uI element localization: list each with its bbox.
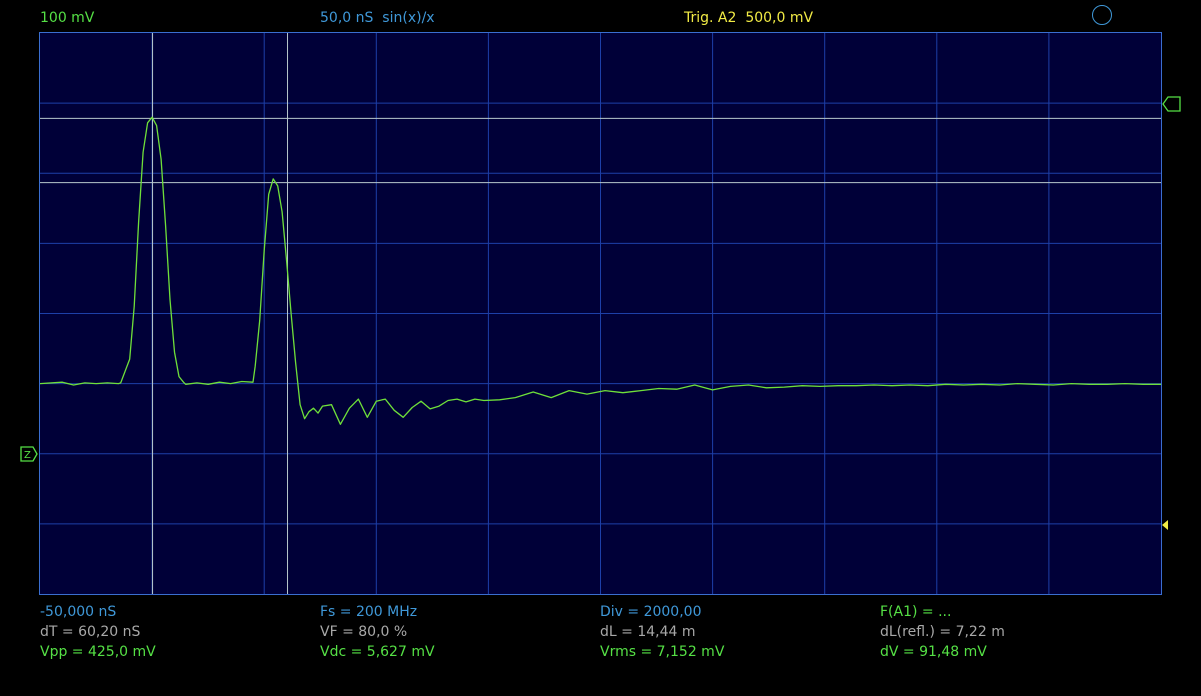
division-readout: Div = 2000,00 [600, 604, 702, 620]
vrms-readout: Vrms = 7,152 mV [600, 644, 725, 660]
vdc-readout: Vdc = 5,627 mV [320, 644, 435, 660]
sample-rate-readout: Fs = 200 MHz [320, 604, 418, 620]
vpp-readout: Vpp = 425,0 mV [40, 644, 156, 660]
volts-per-div-label[interactable]: 100 mV [40, 9, 94, 27]
run-status-circle-icon[interactable] [1092, 5, 1112, 25]
scope-display[interactable] [39, 32, 1162, 595]
delta-length-refl-readout: dL(refl.) = 7,22 m [880, 624, 1005, 640]
trigger-source[interactable]: Trig. A2 [684, 10, 736, 26]
function-readout[interactable]: F(A1) = ... [880, 603, 951, 621]
velocity-factor-readout: VF = 80,0 % [320, 624, 408, 640]
trigger-level[interactable]: 500,0 mV [745, 10, 813, 26]
offset-arrow-icon[interactable] [1162, 518, 1170, 534]
oscilloscope-app: 100 mV 50,0 nS sin(x)/x Trig. A2 500,0 m… [0, 0, 1201, 696]
timebase-label[interactable]: 50,0 nS sin(x)/x [320, 9, 435, 27]
delta-length-readout: dL = 14,44 m [600, 624, 696, 640]
timebase-value[interactable]: 50,0 nS [320, 10, 373, 26]
waveform-plot[interactable] [40, 33, 1161, 594]
delta-t-readout: dT = 60,20 nS [40, 624, 141, 640]
trigger-label[interactable]: Trig. A2 500,0 mV [684, 9, 813, 27]
delta-v-readout: dV = 91,48 mV [880, 644, 987, 660]
svg-text:Z: Z [24, 450, 31, 461]
start-time-readout: -50,000 nS [40, 604, 117, 620]
ground-zero-marker-icon[interactable]: Z [20, 446, 38, 466]
interpolation-mode[interactable]: sin(x)/x [382, 10, 434, 26]
trigger-level-marker-icon[interactable] [1162, 96, 1182, 116]
